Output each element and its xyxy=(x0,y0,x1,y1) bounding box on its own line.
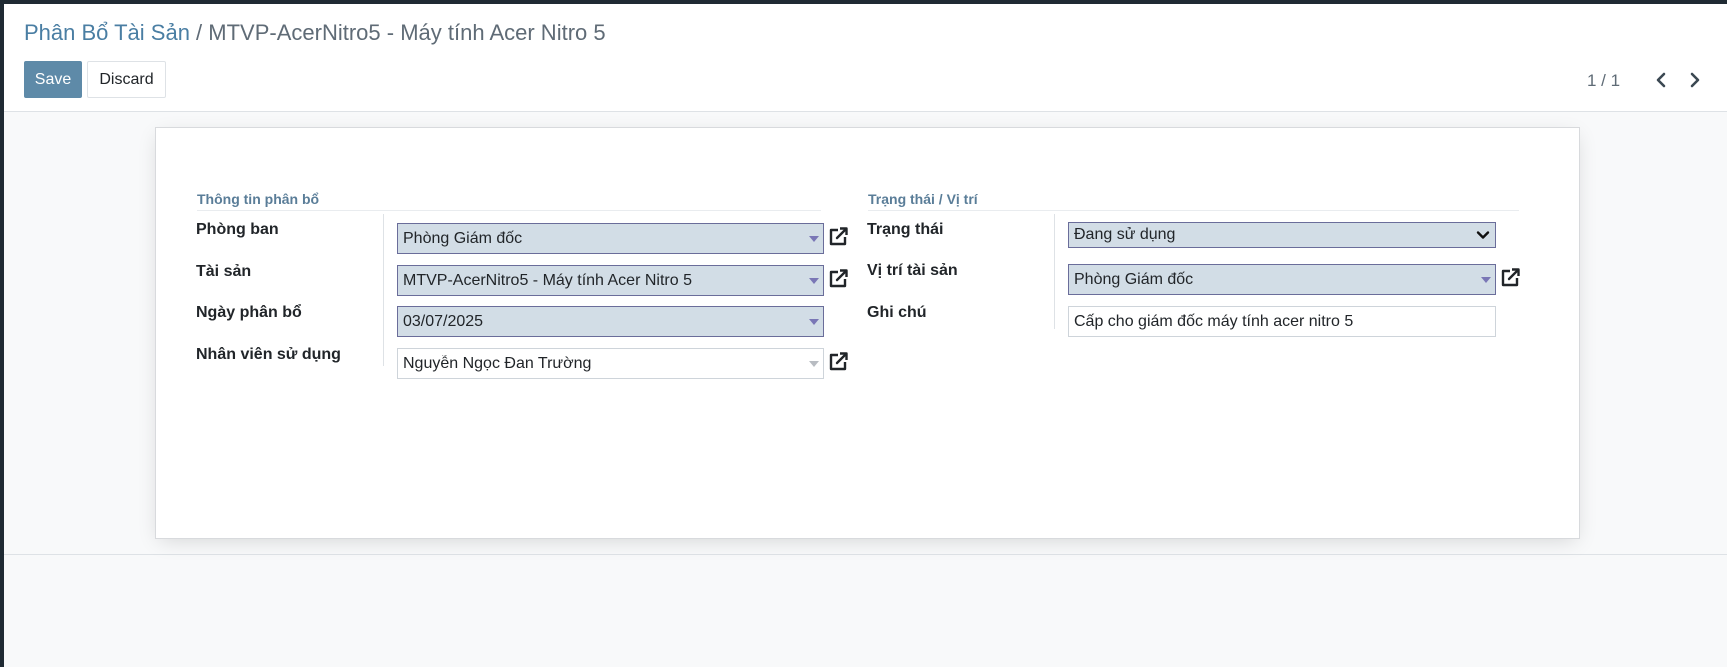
discard-button[interactable]: Discard xyxy=(87,61,166,98)
chevron-right-icon xyxy=(1690,72,1700,88)
label-ngay-phan-bo: Ngày phân bổ xyxy=(196,304,302,321)
asset-location-value: Phòng Giám đốc xyxy=(1074,270,1194,288)
external-link-icon[interactable] xyxy=(825,224,851,250)
department-field[interactable]: Phòng Giám đốc xyxy=(397,223,824,254)
control-panel: Phân Bổ Tài Sản / MTVP-AcerNitro5 - Máy … xyxy=(4,4,1727,112)
save-button[interactable]: Save xyxy=(24,61,82,98)
group-title-allocation-info: Thông tin phân bổ xyxy=(197,191,821,211)
top-window-bar xyxy=(0,0,1727,4)
dropdown-caret-icon[interactable] xyxy=(809,278,819,284)
form-sheet: Thông tin phân bổ Trạng thái / Vị trí Ph… xyxy=(155,127,1580,539)
label-ghi-chu: Ghi chú xyxy=(867,304,927,321)
note-field[interactable]: Cấp cho giám đốc máy tính acer nitro 5 xyxy=(1068,306,1496,337)
breadcrumb-parent-link[interactable]: Phân Bổ Tài Sản xyxy=(24,20,190,45)
dropdown-caret-icon[interactable] xyxy=(809,361,819,367)
employee-field[interactable]: Nguyễn Ngọc Đan Trường xyxy=(397,348,824,379)
label-tai-san: Tài sản xyxy=(196,263,252,280)
chevron-down-icon[interactable] xyxy=(1476,228,1490,242)
status-value: Đang sử dụng xyxy=(1074,226,1176,243)
chevron-left-icon xyxy=(1656,72,1666,88)
dropdown-caret-icon[interactable] xyxy=(1481,277,1491,283)
label-trang-thai: Trạng thái xyxy=(867,221,944,238)
group-title-status-location: Trạng thái / Vị trí xyxy=(868,191,1519,211)
label-vi-tri: Vị trí tài sản xyxy=(867,262,958,279)
left-group-separator xyxy=(383,214,384,366)
external-link-icon[interactable] xyxy=(1497,265,1523,291)
breadcrumb-separator: / xyxy=(189,20,209,45)
asset-field[interactable]: MTVP-AcerNitro5 - Máy tính Acer Nitro 5 xyxy=(397,265,824,296)
pager-next-button[interactable] xyxy=(1683,68,1707,92)
allocation-date-field[interactable]: 03/07/2025 xyxy=(397,306,824,337)
right-group-separator xyxy=(1054,214,1055,329)
note-value: Cấp cho giám đốc máy tính acer nitro 5 xyxy=(1074,312,1354,330)
form-view: Thông tin phân bổ Trạng thái / Vị trí Ph… xyxy=(4,112,1727,555)
dropdown-caret-icon[interactable] xyxy=(809,236,819,242)
breadcrumb-current: MTVP-AcerNitro5 - Máy tính Acer Nitro 5 xyxy=(208,20,606,45)
left-window-bar xyxy=(0,0,4,667)
pager-value[interactable]: 1 / 1 xyxy=(1587,71,1620,91)
status-select[interactable]: Đang sử dụng xyxy=(1068,222,1496,248)
label-phong-ban: Phòng ban xyxy=(196,221,279,238)
breadcrumb: Phân Bổ Tài Sản / MTVP-AcerNitro5 - Máy … xyxy=(24,20,606,46)
external-link-icon[interactable] xyxy=(825,266,851,292)
dropdown-caret-icon[interactable] xyxy=(809,319,819,325)
allocation-date-value: 03/07/2025 xyxy=(403,312,484,330)
external-link-icon[interactable] xyxy=(825,349,851,375)
asset-location-field[interactable]: Phòng Giám đốc xyxy=(1068,264,1496,295)
pager-previous-button[interactable] xyxy=(1649,68,1673,92)
employee-value: Nguyễn Ngọc Đan Trường xyxy=(403,354,592,372)
department-value: Phòng Giám đốc xyxy=(403,229,523,247)
asset-value: MTVP-AcerNitro5 - Máy tính Acer Nitro 5 xyxy=(403,271,692,289)
label-nhan-vien: Nhân viên sử dụng xyxy=(196,346,341,363)
